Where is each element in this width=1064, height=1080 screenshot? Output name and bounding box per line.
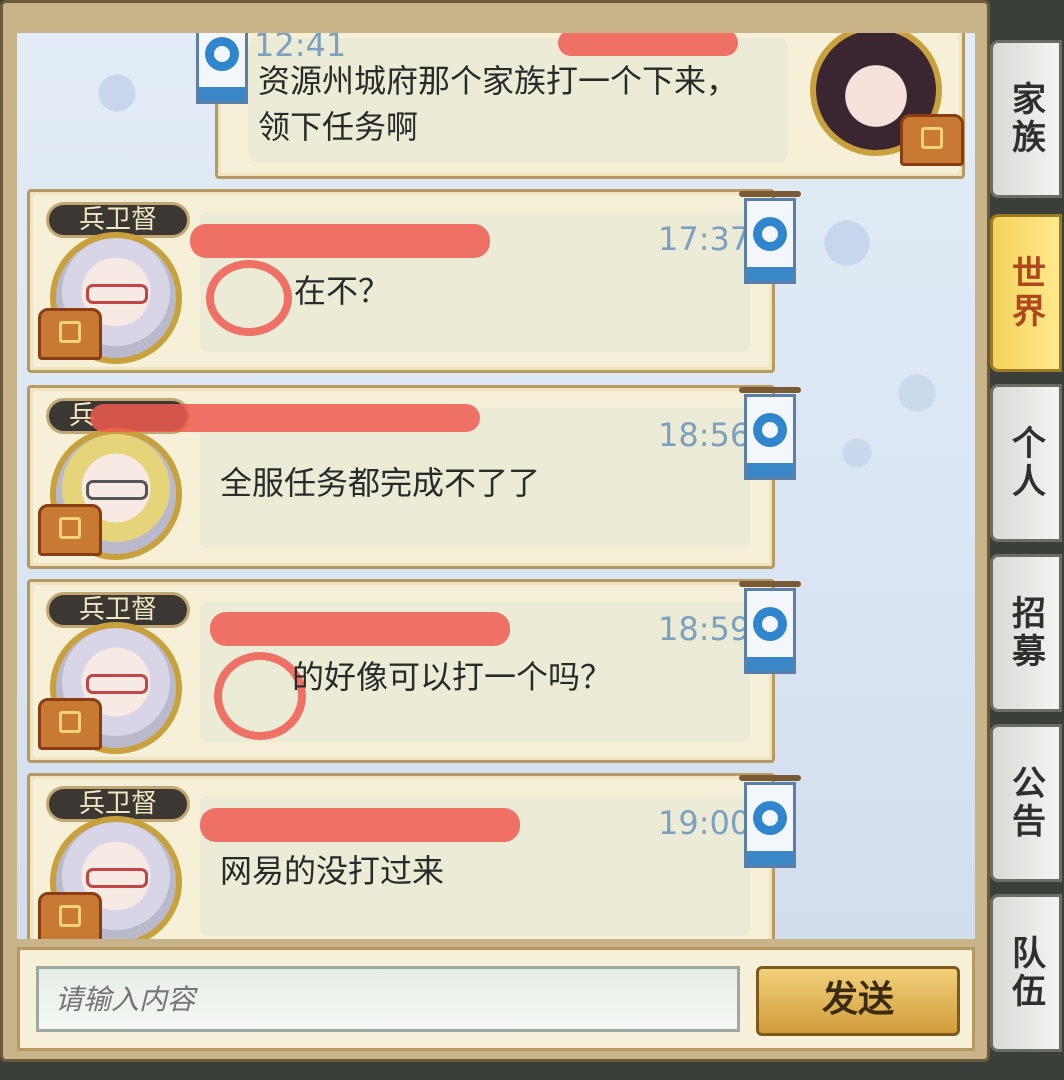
message-time: 19:00 [658,804,751,842]
message-time: 17:37 [658,220,751,258]
redaction-mark [210,612,510,646]
chat-input[interactable] [36,966,740,1032]
message-text: 全服任务都完成不了了 [220,464,541,502]
server-flag-icon [196,33,248,104]
message-time: 18:56 [658,416,751,454]
chat-input-bar: 发送 [17,947,975,1051]
server-flag-icon [739,191,801,284]
message-text: 在不？ [294,272,391,310]
server-flag-icon [739,581,801,674]
rank-emblem-icon [38,308,102,360]
tab-recruit[interactable]: 招募 [990,554,1062,712]
server-flag-icon [739,387,801,480]
rank-emblem-icon [38,698,102,750]
message-text: 资源州城府那个家族打一个下来， 领下任务啊 [258,62,739,146]
rank-emblem-icon [900,114,964,166]
rank-emblem-icon [38,892,102,939]
chat-window: 12:41 资源州城府那个家族打一个下来， 领下任务啊 兵卫督 17:37 在不… [0,0,990,1062]
chat-message: 兵卫督 18:59 的好像可以打一个吗？ [27,579,801,763]
send-button[interactable]: 发送 [756,966,960,1036]
tab-family[interactable]: 家族 [990,40,1062,198]
chat-message-list[interactable]: 12:41 资源州城府那个家族打一个下来， 领下任务啊 兵卫督 17:37 在不… [17,33,975,939]
server-flag-icon [739,775,801,868]
chat-message: 兵 18:56 全服任务都完成不了了 [27,385,801,569]
redaction-mark [90,404,480,432]
chat-message: 12:41 资源州城府那个家族打一个下来， 领下任务啊 [196,33,965,179]
redaction-mark [190,224,490,258]
message-text: 的好像可以打一个吗？ [292,658,613,696]
tab-world[interactable]: 世界 [990,214,1062,372]
chat-message: 兵卫督 19:00 网易的没打过来 [27,773,801,939]
message-text: 网易的没打过来 [220,852,445,890]
redaction-mark [206,260,292,336]
chat-message: 兵卫督 17:37 在不？ [27,189,801,373]
tab-announcement[interactable]: 公告 [990,724,1062,882]
rank-emblem-icon [38,504,102,556]
redaction-mark [558,33,738,56]
redaction-mark [200,808,520,842]
message-time: 18:59 [658,610,751,648]
tab-team[interactable]: 队伍 [990,894,1062,1052]
tab-personal[interactable]: 个人 [990,384,1062,542]
